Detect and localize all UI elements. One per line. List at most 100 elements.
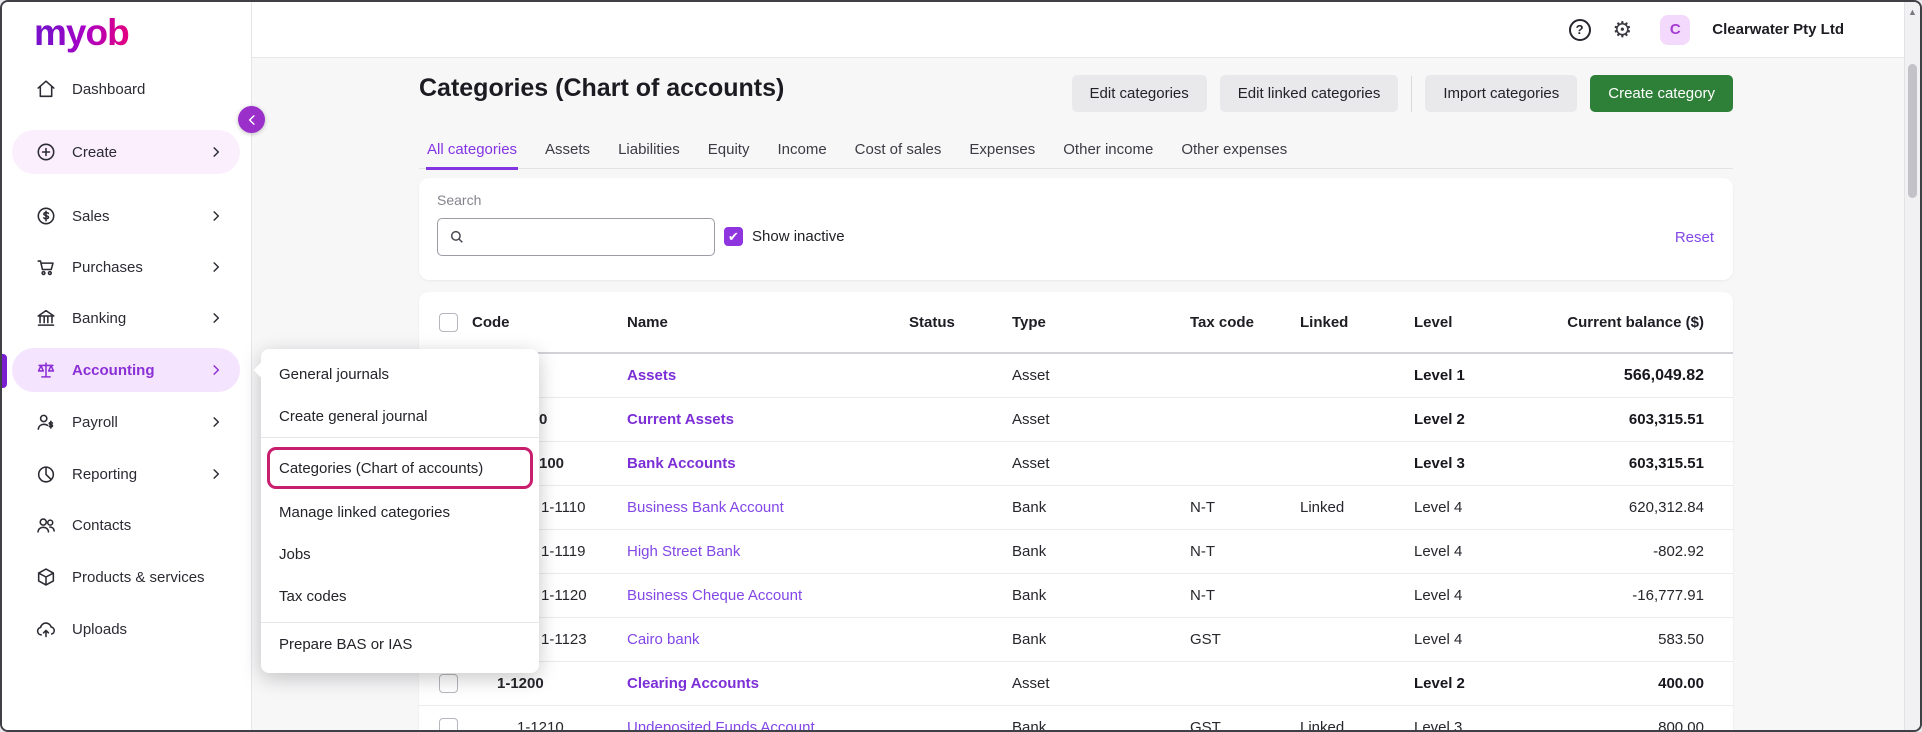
scrollbar-thumb[interactable] [1908,64,1917,198]
sidebar-item-contacts[interactable]: Contacts [12,503,240,547]
scroll-up-arrow[interactable]: ▲ [1908,7,1917,17]
sidebar-item-banking[interactable]: Banking [12,296,240,340]
active-item-indicator [2,354,7,388]
sidebar-item-accounting[interactable]: Accounting [12,348,240,392]
sidebar-item-products-services[interactable]: Products & services [12,555,240,599]
column-header-status: Status [909,313,955,331]
select-all-checkbox[interactable] [439,312,458,332]
chevron-right-icon [208,361,226,379]
cell-level: Level 4 [1414,499,1463,516]
topbar: ? ⚙ C Clearwater Pty Ltd [252,2,1904,58]
column-header-tax-code: Tax code [1190,313,1254,331]
cell-level: Level 3 [1414,719,1463,732]
sidebar-item-payroll[interactable]: Payroll [12,400,240,444]
tab-income[interactable]: Income [776,137,827,170]
menu-item-manage-linked-categories[interactable]: Manage linked categories [261,491,539,533]
column-header-current-balance: Current balance ($) [1567,313,1704,331]
sidebar-item-uploads[interactable]: Uploads [12,607,240,651]
cell-linked: Linked [1300,499,1345,516]
search-label: Search [437,192,482,208]
cell-level: Level 1 [1414,367,1465,384]
tab-other-expenses[interactable]: Other expenses [1180,137,1288,170]
menu-item-prepare-bas-or-ias[interactable]: Prepare BAS or IAS [261,623,539,665]
cell-name: Assets [627,367,677,384]
show-inactive-checkbox[interactable]: ✔ [724,227,743,246]
cell-balance: 583.50 [1658,631,1704,648]
tab-cost-of-sales[interactable]: Cost of sales [854,137,943,170]
chevron-left-icon [244,112,260,128]
table-row: 1-1110 Business Bank Account Bank N-T Li… [419,486,1733,530]
dollar-circle-icon [34,204,58,228]
action-button-create-category[interactable]: Create category [1590,75,1733,112]
category-tabs: All categories Assets Liabilities Equity Inc… [419,137,1733,170]
tab-other-income[interactable]: Other income [1062,137,1154,170]
people-icon [34,513,58,537]
cell-name: Clearing Accounts [627,675,759,692]
gear-icon[interactable]: ⚙ [1613,18,1633,41]
cell-level: Level 4 [1414,631,1463,648]
table-row: 1-1119 High Street Bank Bank N-T Level 4… [419,530,1733,574]
cell-type: Bank [1012,719,1047,732]
chevron-right-icon [208,258,226,276]
avatar[interactable]: C [1660,14,1691,45]
page-actions: Edit categories Edit linked categories Imp… [1071,75,1733,112]
tab-all-categories[interactable]: All categories [426,137,519,170]
vertical-scrollbar[interactable]: ▲ [1904,2,1920,730]
sidebar-item-reporting[interactable]: Reporting [12,452,240,496]
menu-item[interactable] [261,437,539,438]
cart-icon [34,255,58,279]
plus-circle-icon [34,140,58,164]
menu-item-tax-codes[interactable]: Tax codes [261,575,539,617]
table-row: 1-1200 Clearing Accounts Asset Level 2 4… [419,662,1733,706]
cell-type: Asset [1012,411,1050,428]
column-header-name: Name [627,313,668,331]
cell-type: Asset [1012,675,1050,692]
action-button-edit-linked-categories[interactable]: Edit linked categories [1219,75,1399,112]
cloud-upload-icon [34,617,58,641]
show-inactive-label: Show inactive [752,228,845,245]
cell-name: Cairo bank [627,631,700,648]
action-button[interactable] [1411,75,1413,112]
accounts-table: Code Name Status Type Tax code Linked Level Cur… [419,292,1733,732]
cell-level: Level 3 [1414,455,1465,472]
help-icon[interactable]: ? [1568,18,1591,41]
tab-equity[interactable]: Equity [707,137,751,170]
tab-assets[interactable]: Assets [544,137,591,170]
cell-tax-code: N-T [1190,499,1215,516]
cell-balance: 566,049.82 [1623,366,1704,384]
cell-balance: 603,315.51 [1628,455,1704,472]
reset-link[interactable]: Reset [1675,229,1714,246]
action-button-edit-categories[interactable]: Edit categories [1071,75,1207,112]
page-title: Categories (Chart of accounts) [419,74,785,102]
sidebar-item-dashboard[interactable]: Dashboard [12,67,240,111]
chevron-right-icon [208,309,226,327]
search-input[interactable] [437,218,715,256]
cell-name: High Street Bank [627,543,741,560]
row-checkbox[interactable] [439,674,458,693]
row-checkbox[interactable] [439,718,458,730]
cell-type: Bank [1012,543,1047,560]
tab-expenses[interactable]: Expenses [968,137,1036,170]
sidebar-collapse-button[interactable] [238,106,265,133]
cell-type: Asset [1012,455,1050,472]
menu-item-general-journals[interactable]: General journals [261,353,539,395]
menu-item-create-general-journal[interactable]: Create general journal [261,395,539,437]
cell-level: Level 4 [1414,543,1463,560]
cell-tax-code: GST [1190,631,1221,648]
action-button-import-categories[interactable]: Import categories [1425,75,1578,112]
cell-balance: 620,312.84 [1628,499,1704,516]
tab-liabilities[interactable]: Liabilities [617,137,681,170]
pie-chart-icon [34,462,58,486]
scales-icon [34,358,58,382]
cell-linked: Linked [1300,719,1345,732]
column-header-type: Type [1012,313,1046,331]
cell-tax-code: N-T [1190,543,1215,560]
box-icon [34,565,58,589]
menu-item-categories-chart-of-accounts[interactable]: Categories (Chart of accounts) [267,447,533,489]
sidebar-item-create[interactable]: Create [12,130,240,174]
sidebar-item-sales[interactable]: Sales [12,194,240,238]
menu-item-jobs[interactable]: Jobs [261,533,539,575]
app-window: myob Dashboard Create Sales Purchases Ba… [0,0,1922,732]
sidebar-item-purchases[interactable]: Purchases [12,245,240,289]
accounting-flyout-menu: General journals Create general journal Ca… [253,349,539,673]
